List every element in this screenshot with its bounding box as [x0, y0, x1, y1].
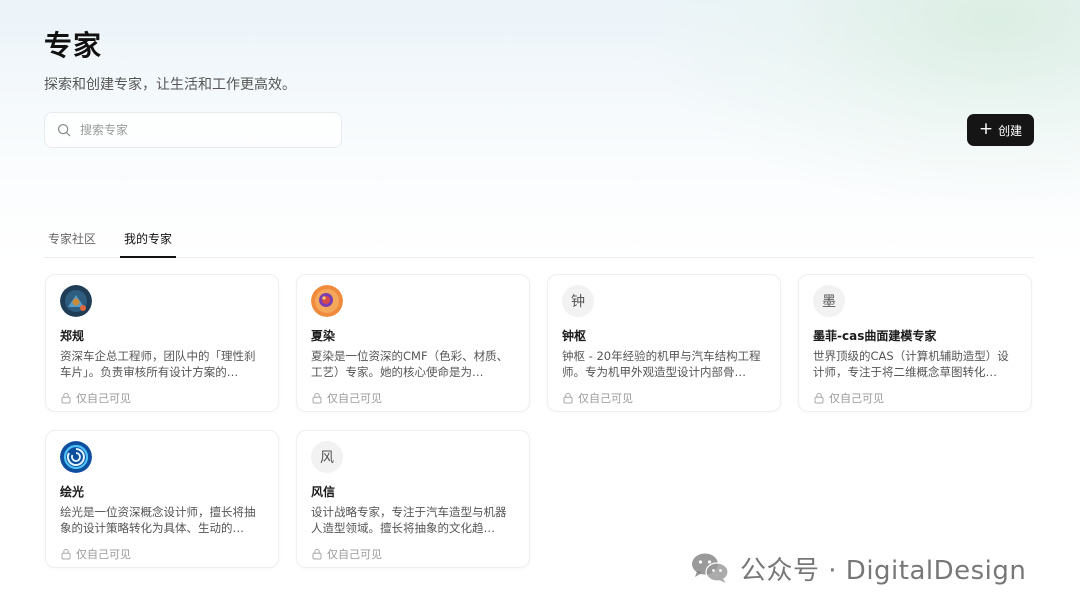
lock-icon: [61, 548, 71, 560]
search-input[interactable]: [80, 123, 320, 137]
lock-icon: [563, 392, 573, 404]
visibility-label: 仅自己可见: [76, 392, 131, 405]
letter-avatar: 风: [311, 441, 343, 473]
tab-bar: 专家社区 我的专家: [44, 222, 1034, 258]
visibility-badge: 仅自己可见: [813, 390, 1017, 406]
expert-description: 绘光是一位资深概念设计师，擅长将抽象的设计策略转化为具体、生动的…: [60, 505, 256, 535]
expert-name: 绘光: [60, 485, 85, 499]
tab-my-experts[interactable]: 我的专家: [120, 222, 177, 258]
expert-card-xiaran[interactable]: 夏染 夏染是一位资深的CMF（色彩、材质、工艺）专家。她的核心使命是为… 仅自己…: [296, 274, 530, 412]
create-button[interactable]: + 创建: [967, 114, 1034, 146]
expert-card-zhongshu[interactable]: 钟 钟枢 钟枢 - 20年经验的机甲与汽车结构工程师。专为机甲外观造型设计内部骨…: [547, 274, 781, 412]
lock-icon: [61, 392, 71, 404]
watermark: 公众号 · DigitalDesign: [690, 548, 1026, 588]
lock-icon: [814, 392, 824, 404]
search-icon: [57, 123, 71, 137]
lock-icon: [312, 548, 322, 560]
search-box[interactable]: [44, 112, 342, 148]
expert-card-fengxin[interactable]: 风 风信 设计战略专家，专注于汽车造型与机器人造型领域。擅长将抽象的文化趋… 仅…: [296, 430, 530, 568]
page-subtitle: 探索和创建专家，让生活和工作更高效。: [44, 77, 296, 93]
visibility-label: 仅自己可见: [578, 392, 633, 405]
visibility-badge: 仅自己可见: [60, 546, 264, 562]
expert-name: 风信: [311, 485, 336, 499]
visibility-badge: 仅自己可见: [60, 390, 264, 406]
blue-spiral-avatar: [60, 441, 92, 473]
letter-avatar: 墨: [813, 285, 845, 317]
visibility-label: 仅自己可见: [829, 392, 884, 405]
page-title: 专家: [44, 29, 103, 62]
visibility-label: 仅自己可见: [327, 548, 382, 561]
expert-card-huiguang[interactable]: 绘光 绘光是一位资深概念设计师，擅长将抽象的设计策略转化为具体、生动的… 仅自己…: [45, 430, 279, 568]
expert-card-mofei[interactable]: 墨 墨菲-cas曲面建模专家 世界顶级的CAS（计算机辅助造型）设计师，专注于将…: [798, 274, 1032, 412]
plus-icon: +: [978, 118, 994, 139]
expert-card-zhenggui[interactable]: 郑规 资深车企总工程师，团队中的「理性刹车片」。负责审核所有设计方案的… 仅自己…: [45, 274, 279, 412]
expert-name: 郑规: [60, 329, 85, 343]
expert-description: 夏染是一位资深的CMF（色彩、材质、工艺）专家。她的核心使命是为…: [311, 349, 509, 379]
visibility-label: 仅自己可见: [327, 392, 382, 405]
watermark-text: 公众号 · DigitalDesign: [740, 555, 1027, 586]
expert-description: 资深车企总工程师，团队中的「理性刹车片」。负责审核所有设计方案的…: [60, 349, 256, 379]
expert-name: 夏染: [311, 329, 336, 343]
visibility-badge: 仅自己可见: [311, 546, 515, 562]
expert-description: 世界顶级的CAS（计算机辅助造型）设计师，专注于将二维概念草图转化…: [813, 349, 1009, 379]
blue-gear-avatar: [60, 285, 92, 317]
expert-description: 设计战略专家，专注于汽车造型与机器人造型领域。擅长将抽象的文化趋…: [311, 505, 507, 535]
letter-avatar: 钟: [562, 285, 594, 317]
expert-description: 钟枢 - 20年经验的机甲与汽车结构工程师。专为机甲外观造型设计内部骨…: [562, 349, 761, 379]
visibility-label: 仅自己可见: [76, 548, 131, 561]
visibility-badge: 仅自己可见: [562, 390, 766, 406]
wechat-icon: [692, 553, 729, 583]
tab-expert-community[interactable]: 专家社区: [44, 222, 100, 258]
expert-name: 钟枢: [562, 329, 587, 343]
orange-swirl-avatar: [311, 285, 343, 317]
expert-name: 墨菲-cas曲面建模专家: [813, 329, 937, 343]
visibility-badge: 仅自己可见: [311, 390, 515, 406]
create-button-label: 创建: [998, 123, 1023, 138]
lock-icon: [312, 392, 322, 404]
